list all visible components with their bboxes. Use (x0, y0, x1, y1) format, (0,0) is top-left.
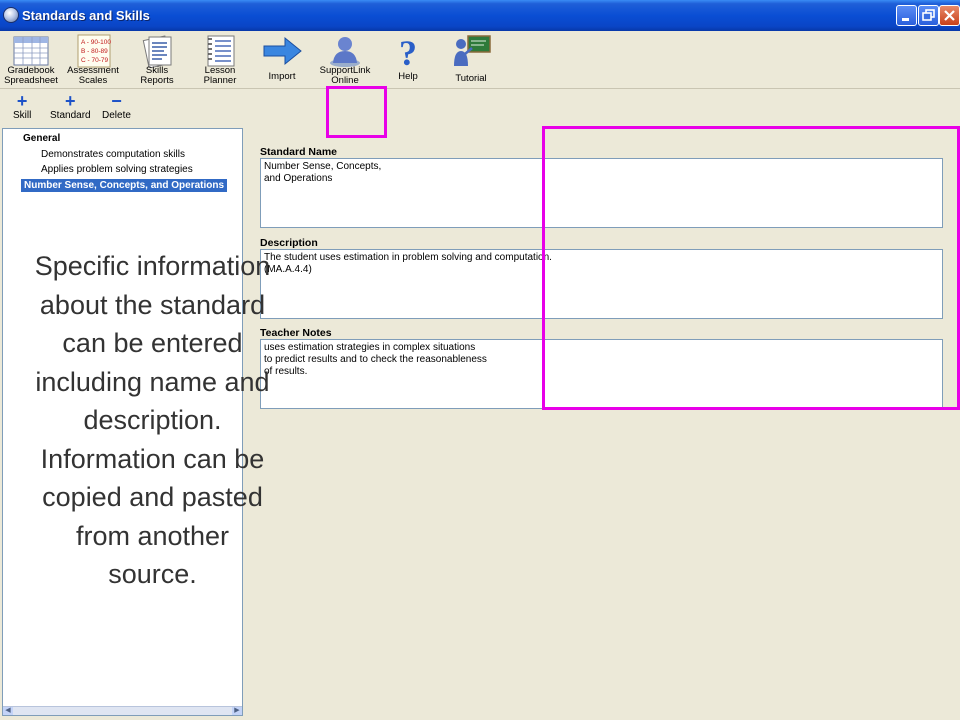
add-standard-button[interactable]: + Standard (50, 91, 91, 121)
minimize-icon (902, 18, 909, 21)
restore-icon (922, 9, 935, 21)
user-support-icon (330, 37, 360, 67)
tree-item[interactable]: Applies problem solving strategies (41, 164, 193, 175)
teacher-board-icon (454, 35, 491, 66)
close-button[interactable] (939, 5, 960, 26)
add-standard-label: Standard (50, 110, 91, 121)
import-button[interactable]: Import (251, 33, 313, 87)
scale-line-b: B - 80-89 (81, 48, 108, 55)
planner-icon (207, 35, 235, 67)
scale-line-c: C - 70-79 (81, 57, 108, 64)
lesson-planner-button[interactable]: Lesson Planner (189, 33, 251, 87)
add-skill-button[interactable]: + Skill (13, 91, 32, 121)
scroll-right-icon[interactable]: ▶ (232, 707, 242, 715)
skills-reports-label: Skills Reports (140, 65, 174, 86)
assessment-scales-button[interactable]: A - 90-100 B - 80-89 C - 70-79 Assessmen… (62, 33, 124, 87)
delete-button[interactable]: − Delete (102, 91, 131, 121)
skills-reports-button[interactable]: Skills Reports (126, 33, 188, 87)
gradebook-spreadsheet-button[interactable]: Gradebook Spreadsheet (0, 33, 62, 87)
plus-icon: + (65, 91, 76, 111)
sub-toolbar: + Skill + Standard − Delete (0, 89, 960, 127)
window-title: Standards and Skills (22, 8, 150, 23)
grading-scale-icon: A - 90-100 B - 80-89 C - 70-79 (77, 34, 111, 68)
scale-line-a: A - 90-100 (81, 39, 111, 46)
lesson-planner-label: Lesson Planner (203, 65, 237, 86)
spreadsheet-icon (13, 36, 49, 66)
minimize-button[interactable] (896, 5, 917, 26)
delete-label: Delete (102, 110, 131, 121)
callout-text: Specific information about the standard … (34, 251, 271, 589)
highlight-box-fields (542, 126, 960, 410)
tree-item-selected[interactable]: Number Sense, Concepts, and Operations (21, 179, 228, 192)
minus-icon: − (111, 91, 122, 111)
title-bar: Standards and Skills (0, 0, 960, 31)
add-skill-label: Skill (13, 110, 32, 121)
standard-name-label: Standard Name (260, 146, 338, 158)
main-toolbar: Gradebook Spreadsheet A - 90-100 B - 80-… (0, 31, 960, 89)
scroll-left-icon[interactable]: ◀ (3, 707, 13, 715)
tree-item[interactable]: Demonstrates computation skills (41, 149, 185, 160)
tree-group-general[interactable]: General (23, 133, 60, 144)
highlight-box-toolbar (326, 86, 387, 138)
help-label: Help (398, 71, 418, 82)
app-globe-icon (3, 7, 19, 23)
supportlink-online-button[interactable]: SupportLink Online (314, 33, 376, 87)
import-label: Import (268, 71, 296, 82)
tutorial-label: Tutorial (455, 73, 487, 84)
plus-icon: + (16, 91, 28, 111)
supportlink-online-label: SupportLink Online (319, 65, 371, 86)
report-icon (142, 35, 172, 68)
gradebook-spreadsheet-label: Gradebook Spreadsheet (4, 65, 58, 86)
tutorial-button[interactable]: Tutorial (440, 33, 502, 87)
help-button[interactable]: ? Help (377, 33, 439, 87)
svg-text:?: ? (399, 34, 417, 68)
horizontal-scrollbar[interactable]: ◀ ▶ (3, 706, 242, 715)
close-icon (944, 10, 955, 21)
restore-button[interactable] (918, 5, 939, 26)
question-mark-icon: ? (399, 34, 417, 68)
arrow-right-icon (263, 36, 302, 66)
assessment-scales-label: Assessment Scales (67, 65, 119, 86)
